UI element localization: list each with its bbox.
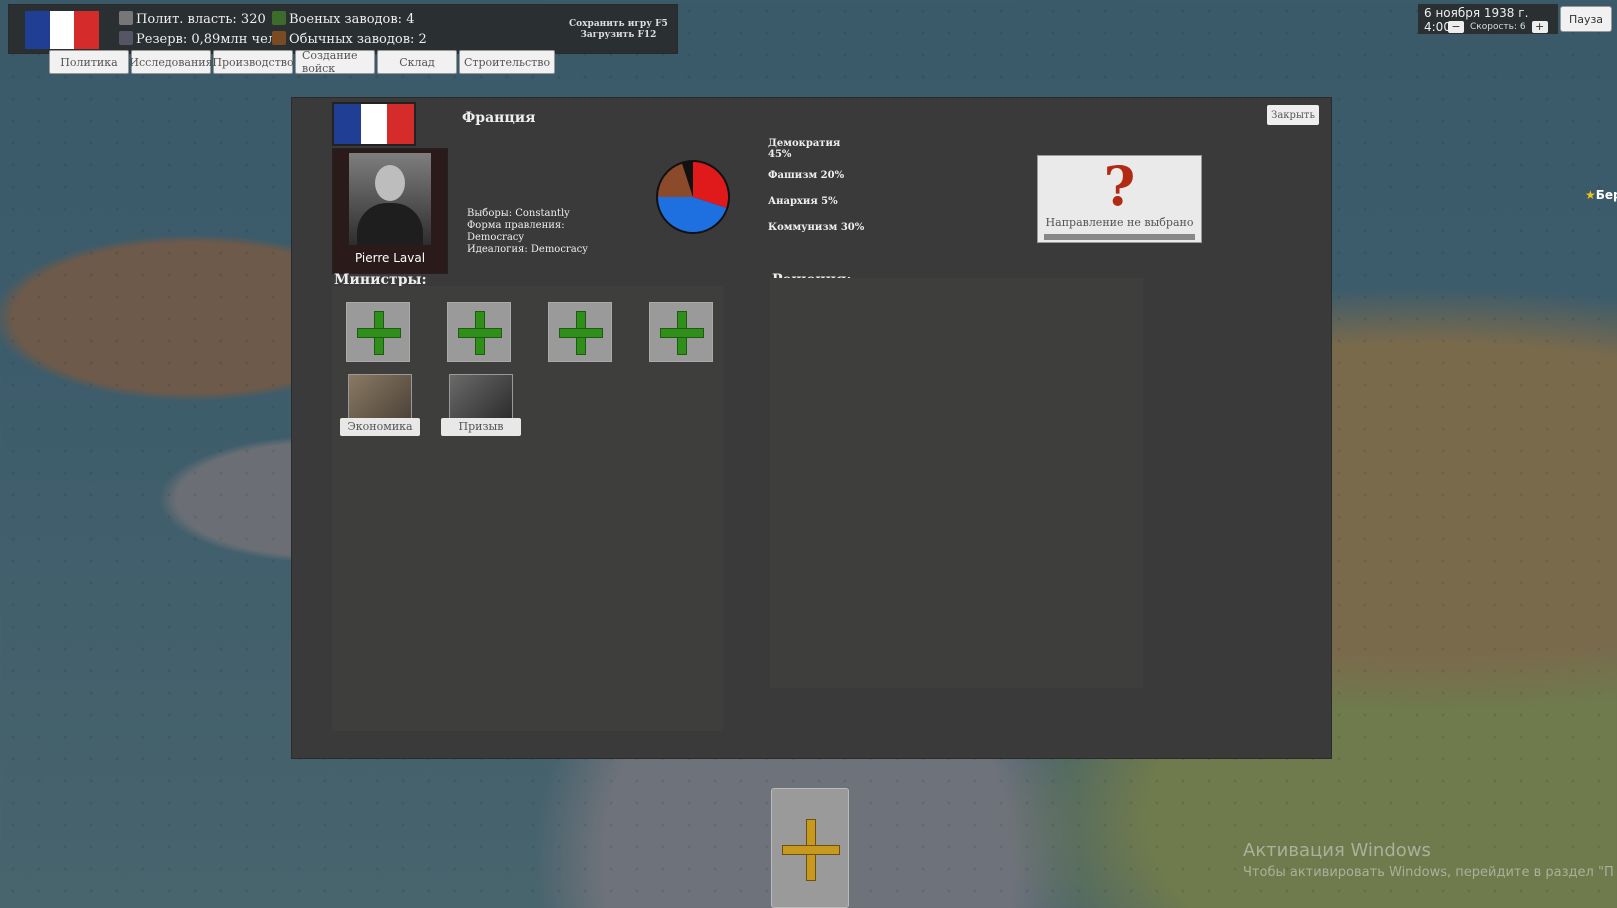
political-power-stat: Полит. власть: 320: [119, 11, 266, 27]
speed-controls: − Скорость: 6 +: [1448, 21, 1548, 33]
leader-name: Pierre Laval: [354, 251, 426, 265]
status-bar: Полит. власть: 320 Резерв: 0,89млн чел. …: [8, 4, 678, 54]
windows-activation-watermark: Активация Windows Чтобы активировать Win…: [1243, 840, 1614, 880]
tab-warehouse[interactable]: Склад: [377, 50, 457, 74]
plus-icon: [559, 311, 603, 355]
plus-icon: [357, 311, 401, 355]
leader-card[interactable]: Pierre Laval: [332, 148, 448, 274]
economy-icon: [348, 374, 412, 424]
focus-status: Направление не выбрано: [1045, 216, 1194, 229]
ideology-anarchy: Анархия 5%: [768, 196, 838, 207]
ideology-fascism: Фашизм 20%: [768, 170, 845, 181]
build-button[interactable]: [771, 788, 849, 908]
national-focus-button[interactable]: ? Направление не выбрано: [1037, 155, 1202, 243]
minister-slot-4[interactable]: [649, 302, 713, 362]
focus-progress-bar: [1044, 234, 1195, 240]
speed-label: Скорость: 6: [1470, 22, 1526, 32]
tab-politics[interactable]: Политика: [49, 50, 129, 74]
leader-portrait: [349, 153, 431, 245]
ideology-communism: Коммунизм 30%: [768, 222, 865, 233]
speed-increase-button[interactable]: +: [1531, 21, 1548, 33]
tab-production[interactable]: Производство: [212, 50, 294, 74]
date-speed-panel: 6 ноября 1938 г. 4:00 − Скорость: 6 +: [1418, 4, 1558, 34]
military-factories-stat: Военых заводов: 4: [272, 11, 414, 27]
save-load-hint: Сохранить игру F5 Загрузить F12: [569, 19, 668, 40]
plus-icon: [458, 311, 502, 355]
minister-conscription[interactable]: Призыв: [441, 374, 521, 436]
main-menu-tabs: Политика Исследования Производство Созда…: [49, 49, 555, 75]
country-name: Франция: [462, 110, 536, 126]
country-flag[interactable]: [25, 11, 100, 49]
star-icon: ★: [1585, 188, 1596, 202]
decisions-area: [770, 278, 1143, 688]
tab-construction[interactable]: Строительство: [459, 50, 555, 74]
politics-panel: Франция Закрыть Pierre Laval Выборы: Con…: [291, 97, 1332, 759]
ideology-democracy: Демократия 45%: [768, 138, 841, 160]
tab-create-troops[interactable]: Создание войск: [295, 49, 375, 75]
reserve-stat: Резерв: 0,89млн чел.: [119, 31, 280, 47]
gov-form-value: Democracy: [467, 232, 525, 243]
plus-icon: [660, 311, 704, 355]
minister-slot-3[interactable]: [548, 302, 612, 362]
government-info: Выборы: Constantly Форма правления: Demo…: [467, 208, 588, 256]
civil-factory-icon: [272, 31, 286, 45]
ideology-text: Идеалогия: Democracy: [467, 244, 588, 255]
soldier-icon: [119, 31, 133, 45]
military-factory-icon: [272, 11, 286, 25]
minister-slot-1[interactable]: [346, 302, 410, 362]
ministers-area: Экономика Призыв: [332, 286, 723, 731]
gov-form-label: Форма правления:: [467, 220, 565, 231]
plus-icon: [782, 819, 840, 881]
ideology-pie-chart: [656, 160, 730, 234]
pause-button[interactable]: Пауза: [1560, 6, 1612, 32]
panel-country-flag: [332, 102, 416, 146]
close-button[interactable]: Закрыть: [1267, 105, 1319, 125]
minister-slot-2[interactable]: [447, 302, 511, 362]
civil-factories-stat: Обычных заводов: 2: [272, 31, 427, 47]
conscription-icon: [449, 374, 513, 424]
map-city-label[interactable]: ★Бер: [1585, 188, 1617, 202]
tab-research[interactable]: Исследования: [129, 50, 213, 74]
minister-economy[interactable]: Экономика: [340, 374, 420, 436]
elections-text: Выборы: Constantly: [467, 208, 570, 219]
politician-icon: [119, 11, 133, 25]
speed-decrease-button[interactable]: −: [1448, 21, 1464, 33]
question-mark-icon: ?: [1103, 154, 1136, 218]
